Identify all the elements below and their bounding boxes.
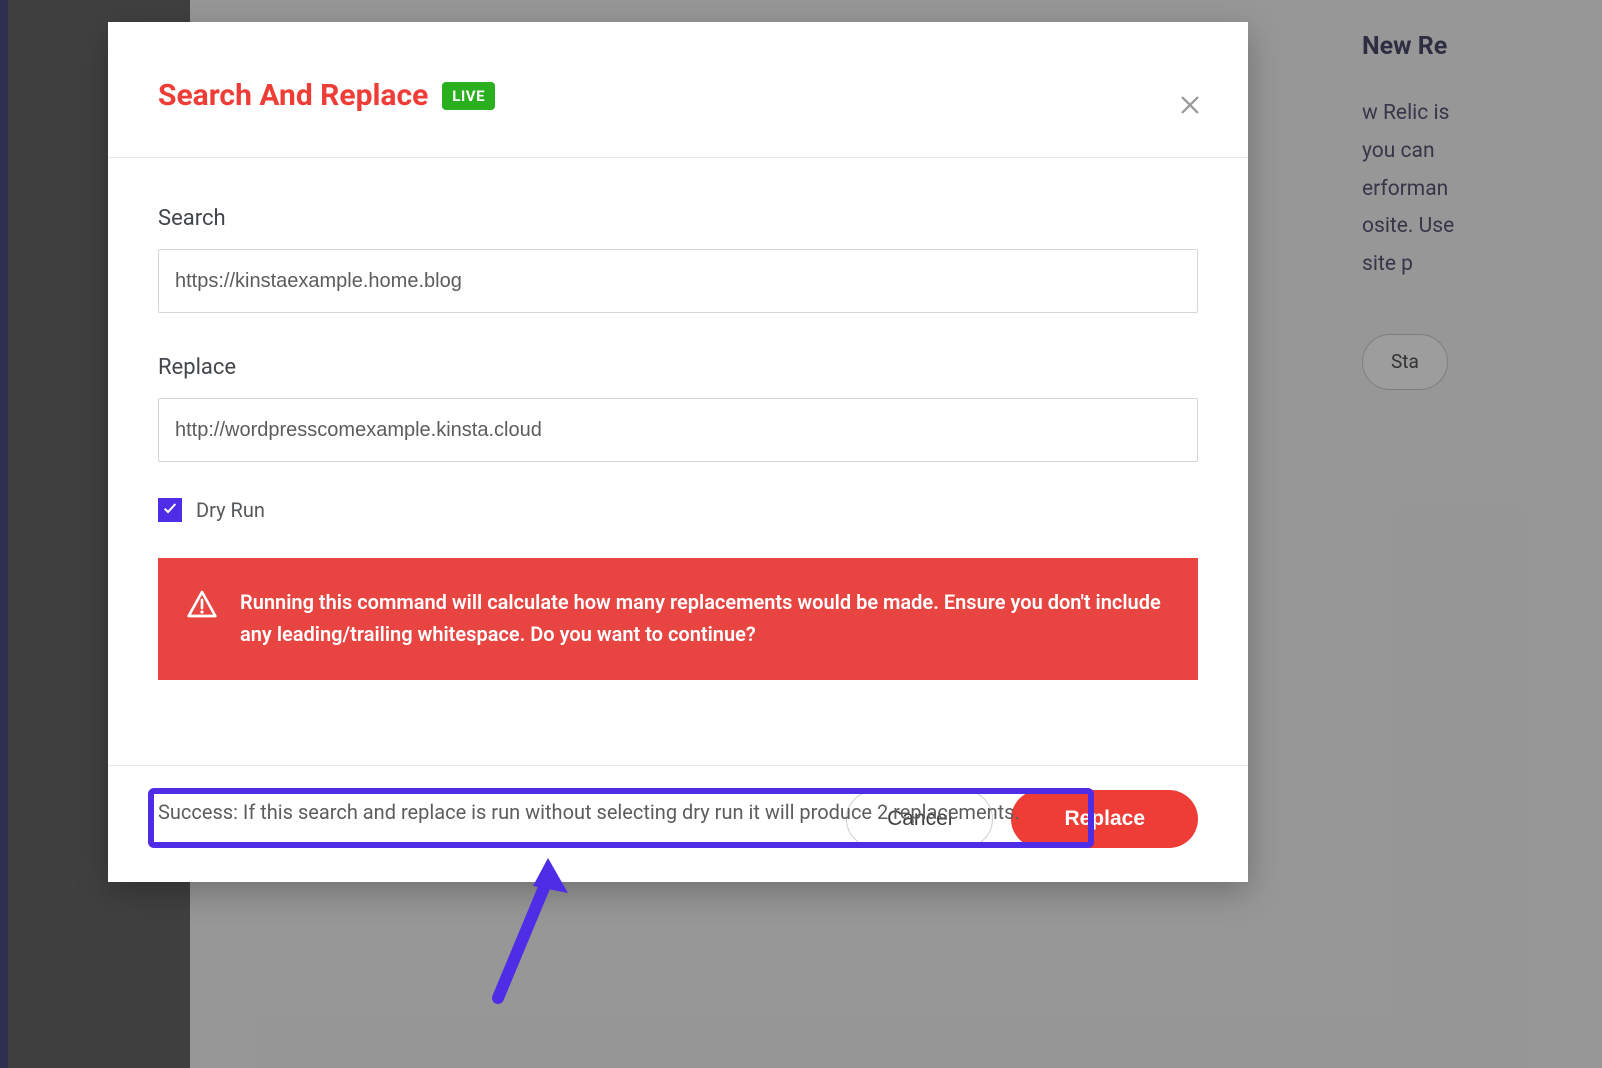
success-message: Success: If this search and replace is r…	[158, 800, 1020, 824]
dry-run-checkbox[interactable]	[158, 498, 182, 522]
dry-run-label: Dry Run	[196, 498, 265, 522]
replace-input[interactable]	[158, 398, 1198, 462]
check-icon	[162, 500, 178, 520]
live-badge: LIVE	[442, 82, 495, 110]
dry-run-row: Dry Run	[158, 498, 1198, 522]
replace-label: Replace	[158, 355, 1198, 380]
search-field: Search	[158, 206, 1198, 313]
replace-field: Replace	[158, 355, 1198, 462]
close-icon	[1179, 94, 1201, 119]
modal-header: Search And Replace LIVE	[108, 22, 1248, 158]
warning-icon	[186, 588, 218, 624]
replace-button[interactable]: Replace	[1011, 790, 1198, 848]
close-button[interactable]	[1170, 86, 1210, 126]
warning-banner: Running this command will calculate how …	[158, 558, 1198, 680]
search-replace-modal: Search And Replace LIVE Search Replace D…	[108, 22, 1248, 882]
search-label: Search	[158, 206, 1198, 231]
search-input[interactable]	[158, 249, 1198, 313]
warning-message: Running this command will calculate how …	[240, 586, 1170, 650]
modal-body: Search Replace Dry Run Runn	[108, 158, 1248, 765]
modal-title: Search And Replace	[158, 78, 428, 113]
